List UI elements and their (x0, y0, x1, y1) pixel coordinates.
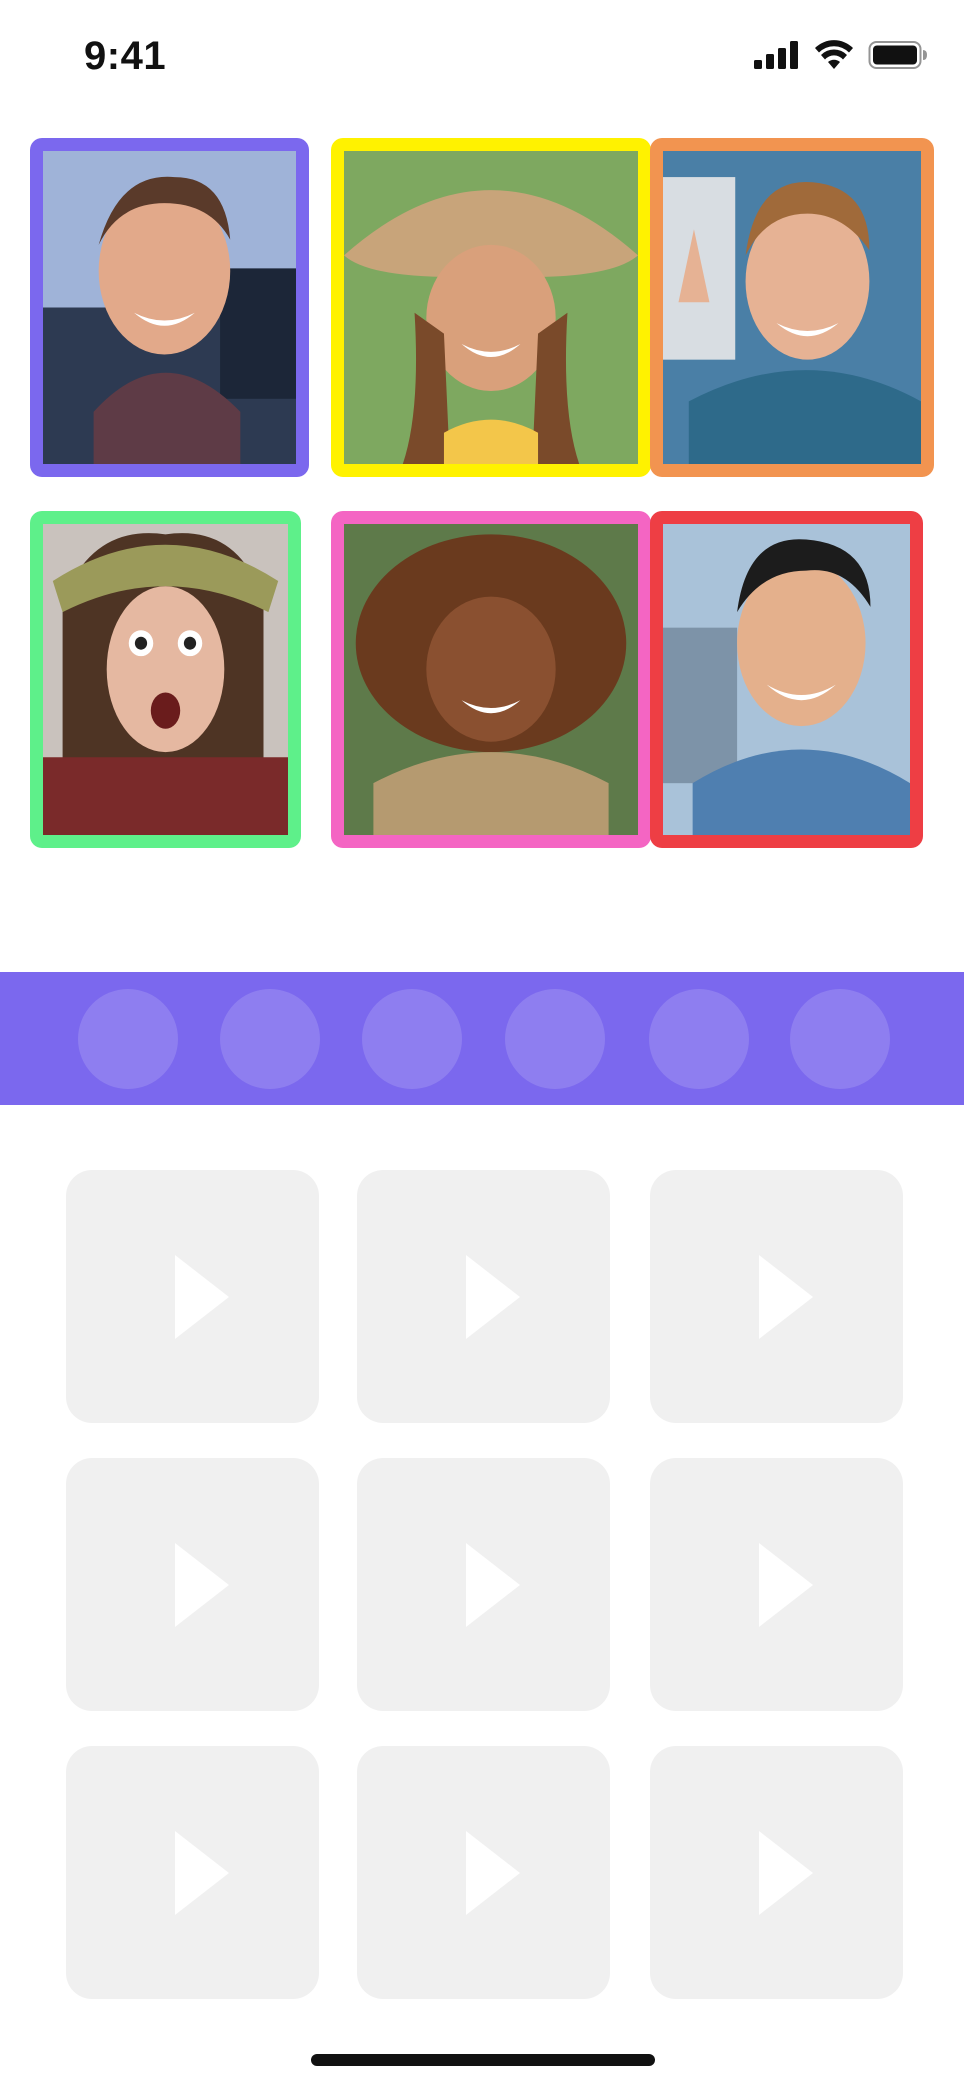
play-icon (465, 1254, 520, 1339)
reaction-bar (0, 972, 964, 1105)
home-indicator[interactable] (311, 2054, 655, 2066)
video-thumbnail[interactable] (357, 1458, 610, 1711)
reaction-slot[interactable] (220, 989, 320, 1089)
video-thumbnail[interactable] (650, 1458, 903, 1711)
participant-tile-4[interactable] (30, 511, 301, 848)
play-icon (465, 1542, 520, 1627)
video-thumbnail[interactable] (66, 1458, 319, 1711)
participant-tile-2[interactable] (331, 138, 651, 477)
play-icon (758, 1830, 813, 1915)
video-thumbnail[interactable] (650, 1746, 903, 1999)
video-thumbnail[interactable] (66, 1746, 319, 1999)
participant-video-5 (344, 524, 638, 835)
participant-tile-6[interactable] (650, 511, 923, 848)
play-icon (465, 1830, 520, 1915)
status-icons (754, 40, 928, 70)
participant-grid (30, 138, 934, 848)
battery-icon (868, 41, 927, 69)
play-icon (174, 1542, 229, 1627)
cellular-signal-icon (754, 41, 798, 69)
wifi-icon (815, 40, 853, 69)
participant-video-3 (663, 151, 921, 464)
participant-video-1 (43, 151, 296, 464)
play-icon (758, 1542, 813, 1627)
participant-video-6 (663, 524, 910, 835)
play-icon (758, 1254, 813, 1339)
status-bar: 9:41 (0, 0, 964, 110)
participant-video-2 (344, 151, 638, 464)
reaction-slot[interactable] (78, 989, 178, 1089)
play-icon (174, 1830, 229, 1915)
reaction-slot[interactable] (649, 989, 749, 1089)
video-thumbnail[interactable] (357, 1170, 610, 1423)
participant-tile-1[interactable] (30, 138, 309, 477)
reaction-slot[interactable] (790, 989, 890, 1089)
reaction-slot[interactable] (362, 989, 462, 1089)
video-grid (66, 1170, 904, 2000)
video-thumbnail[interactable] (66, 1170, 319, 1423)
reaction-slot[interactable] (505, 989, 605, 1089)
video-thumbnail[interactable] (650, 1170, 903, 1423)
participant-tile-5[interactable] (331, 511, 651, 848)
status-time: 9:41 (84, 34, 167, 78)
participant-video-4 (43, 524, 288, 835)
play-icon (174, 1254, 229, 1339)
participant-tile-3[interactable] (650, 138, 934, 477)
video-thumbnail[interactable] (357, 1746, 610, 1999)
